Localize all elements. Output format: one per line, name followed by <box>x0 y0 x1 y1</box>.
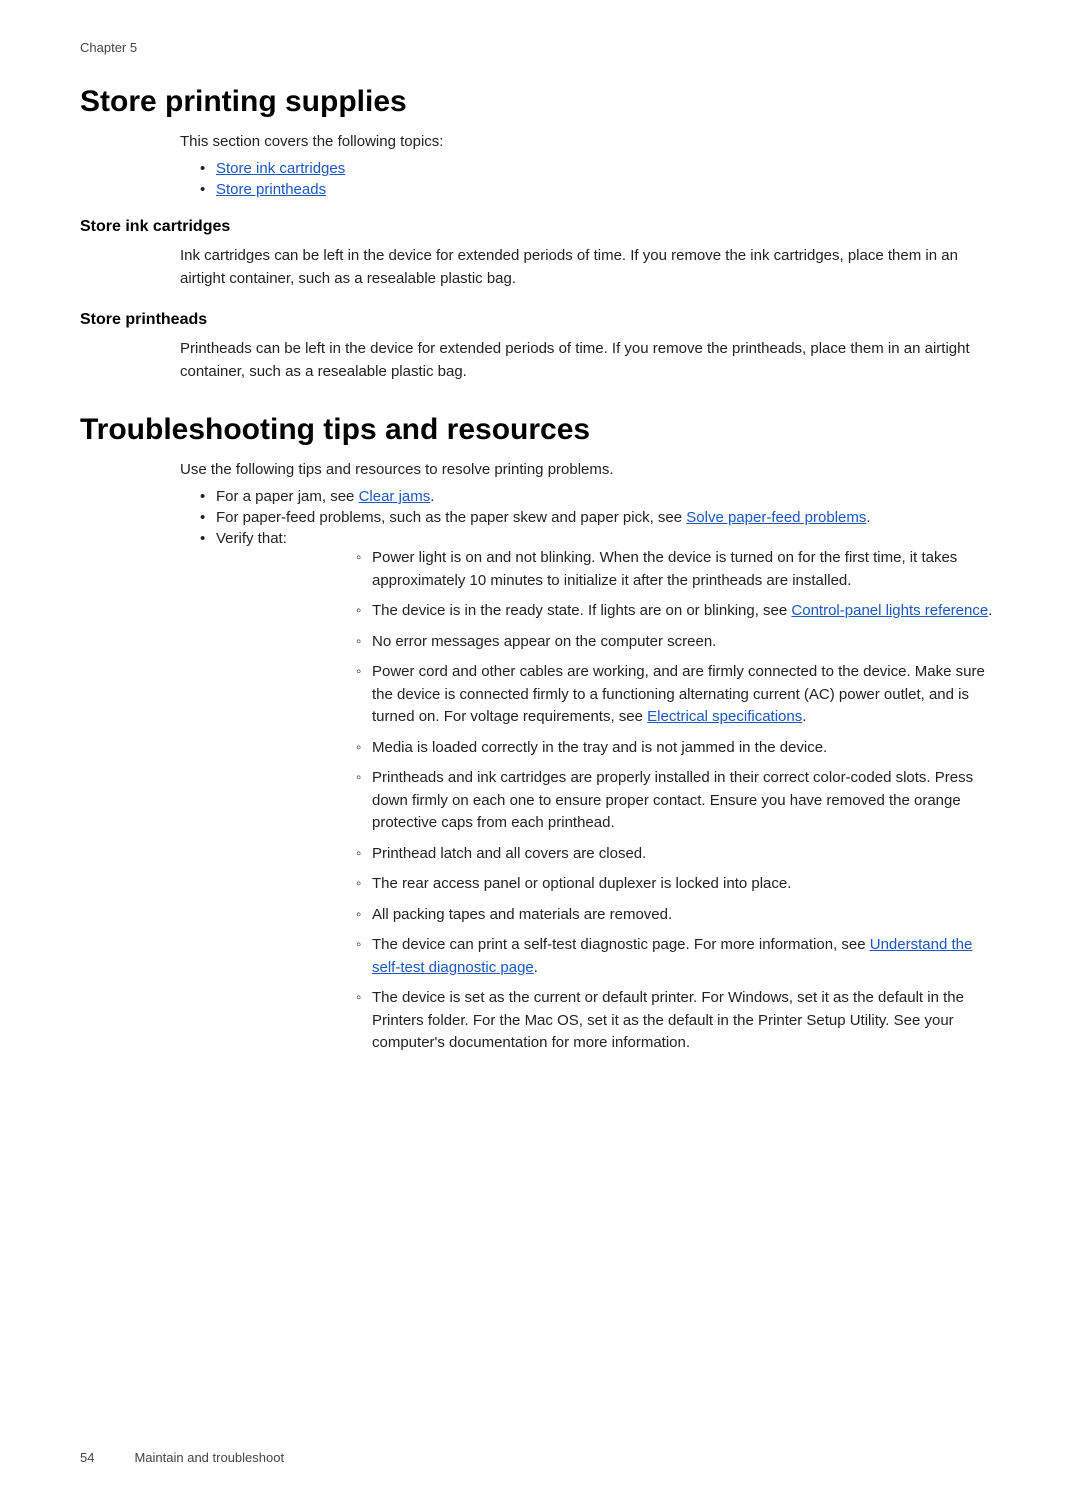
verify-self-test-before: The device can print a self-test diagnos… <box>372 936 870 953</box>
list-item: Power light is on and not blinking. When… <box>356 547 1000 592</box>
verify-ready-state-before: The device is in the ready state. If lig… <box>372 602 791 619</box>
store-topics-list: Store ink cartridges Store printheads <box>200 160 1000 198</box>
verify-packing-tapes: All packing tapes and materials are remo… <box>372 906 672 923</box>
chapter-label: Chapter 5 <box>80 40 1000 55</box>
list-item: The device is set as the current or defa… <box>356 987 1000 1055</box>
paper-jam-text-after: . <box>430 488 434 505</box>
troubleshooting-section: Troubleshooting tips and resources Use t… <box>80 413 1000 1055</box>
troubleshooting-title: Troubleshooting tips and resources <box>80 413 1000 447</box>
paper-feed-text-before: For paper-feed problems, such as the pap… <box>216 509 686 526</box>
store-ink-cartridges-body: Ink cartridges can be left in the device… <box>180 244 1000 291</box>
store-ink-cartridges-heading: Store ink cartridges <box>80 218 1000 236</box>
list-item: The rear access panel or optional duplex… <box>356 873 1000 896</box>
list-item: For paper-feed problems, such as the pap… <box>200 509 1000 526</box>
page-container: Chapter 5 Store printing supplies This s… <box>0 0 1080 1131</box>
store-printheads-subsection: Store printheads Printheads can be left … <box>80 311 1000 384</box>
store-ink-cartridges-link[interactable]: Store ink cartridges <box>216 160 345 177</box>
verify-ready-state-after: . <box>988 602 992 619</box>
verify-rear-access: The rear access panel or optional duplex… <box>372 875 791 892</box>
list-item: Media is loaded correctly in the tray an… <box>356 737 1000 760</box>
electrical-specifications-link[interactable]: Electrical specifications <box>647 708 802 725</box>
page-footer: 54 Maintain and troubleshoot <box>80 1450 1000 1465</box>
paper-feed-text-after: . <box>866 509 870 526</box>
store-printheads-body: Printheads can be left in the device for… <box>180 337 1000 384</box>
list-item: Verify that: Power light is on and not b… <box>200 530 1000 1055</box>
list-item: For a paper jam, see Clear jams. <box>200 488 1000 505</box>
store-printing-supplies-section: Store printing supplies This section cov… <box>80 85 1000 383</box>
list-item: Store printheads <box>200 181 1000 198</box>
verify-media-loaded: Media is loaded correctly in the tray an… <box>372 739 827 756</box>
verify-power-light: Power light is on and not blinking. When… <box>372 549 957 589</box>
list-item: Printheads and ink cartridges are proper… <box>356 767 1000 835</box>
verify-printheads-installed: Printheads and ink cartridges are proper… <box>372 769 973 831</box>
verify-printhead-latch: Printhead latch and all covers are close… <box>372 845 646 862</box>
list-item: The device is in the ready state. If lig… <box>356 600 1000 623</box>
list-item: Power cord and other cables are working,… <box>356 661 1000 729</box>
solve-paper-feed-link[interactable]: Solve paper-feed problems <box>686 509 866 526</box>
verify-no-error-messages: No error messages appear on the computer… <box>372 633 716 650</box>
footer-section-text: Maintain and troubleshoot <box>134 1450 284 1465</box>
list-item: Printhead latch and all covers are close… <box>356 843 1000 866</box>
troubleshooting-top-list: For a paper jam, see Clear jams. For pap… <box>200 488 1000 1055</box>
list-item: All packing tapes and materials are remo… <box>356 904 1000 927</box>
verify-self-test-after: . <box>534 959 538 976</box>
verify-that-text: Verify that: <box>216 530 287 547</box>
troubleshooting-intro: Use the following tips and resources to … <box>180 461 1000 478</box>
verify-power-cord-after: . <box>802 708 806 725</box>
store-printheads-link[interactable]: Store printheads <box>216 181 326 198</box>
paper-jam-text-before: For a paper jam, see <box>216 488 359 505</box>
clear-jams-link[interactable]: Clear jams <box>359 488 431 505</box>
control-panel-lights-link[interactable]: Control-panel lights reference <box>791 602 988 619</box>
store-intro-text: This section covers the following topics… <box>180 133 1000 150</box>
list-item: Store ink cartridges <box>200 160 1000 177</box>
verify-list: Power light is on and not blinking. When… <box>356 547 1000 1055</box>
list-item: No error messages appear on the computer… <box>356 631 1000 654</box>
store-printing-supplies-title: Store printing supplies <box>80 85 1000 119</box>
store-printheads-heading: Store printheads <box>80 311 1000 329</box>
verify-default-printer: The device is set as the current or defa… <box>372 989 964 1051</box>
store-ink-cartridges-subsection: Store ink cartridges Ink cartridges can … <box>80 218 1000 291</box>
footer-page-number: 54 <box>80 1450 94 1465</box>
list-item: The device can print a self-test diagnos… <box>356 934 1000 979</box>
